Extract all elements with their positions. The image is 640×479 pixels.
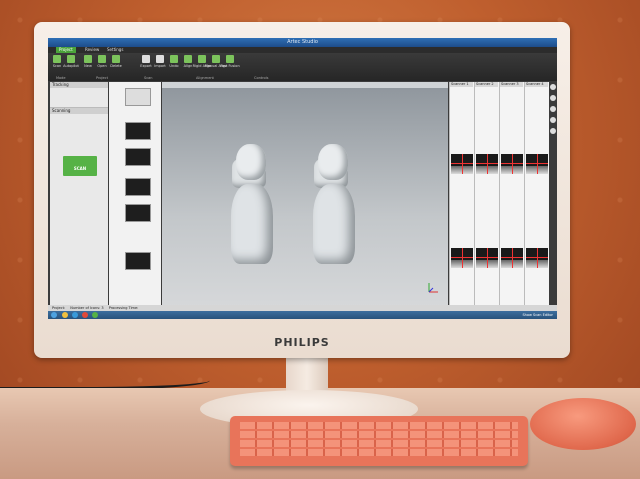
- scan-model-right[interactable]: [310, 144, 358, 266]
- autopilot-icon: [67, 55, 75, 63]
- camera-preview: [501, 154, 523, 174]
- scan-icon: [53, 55, 61, 63]
- camera-preview: [451, 248, 473, 268]
- scanner-column-header: Scanner 2: [475, 82, 498, 87]
- fast-fusion-button[interactable]: Fast Fusion: [220, 55, 240, 74]
- scanner-column-header: Scanner 4: [525, 82, 548, 87]
- delete-icon: [112, 55, 120, 63]
- keyboard: [230, 416, 528, 466]
- thumbnail-item[interactable]: [125, 178, 151, 196]
- scanner-column: Scanner 4: [524, 82, 548, 316]
- explorer-icon[interactable]: [62, 312, 68, 318]
- new-button[interactable]: New: [82, 55, 94, 74]
- axes-gizmo-icon: [428, 283, 438, 293]
- camera-preview: [526, 248, 548, 268]
- group-controls: Controls: [254, 76, 269, 80]
- autopilot-button[interactable]: Autopilot: [63, 55, 79, 74]
- scanner-column: Scanner 1: [449, 82, 473, 316]
- export-icon: [142, 55, 150, 63]
- export-button[interactable]: Export: [140, 55, 152, 74]
- status-project: Project:: [52, 306, 66, 310]
- camera-preview: [476, 248, 498, 268]
- tracking-options: [50, 88, 108, 108]
- thumbnail-item[interactable]: [125, 148, 151, 166]
- thumbnail-item[interactable]: [125, 122, 151, 140]
- scanner-column: Scanner 2: [474, 82, 498, 316]
- search-icon[interactable]: [550, 84, 556, 90]
- camera-preview: [476, 154, 498, 174]
- scan-button-label: SCAN: [73, 166, 87, 171]
- scan-settings-panel: Tracking Scanning SCAN: [50, 82, 108, 316]
- thumbnail-item[interactable]: [125, 204, 151, 222]
- import-icon: [156, 55, 164, 63]
- viewport-toolbar: [162, 82, 448, 88]
- gear-icon[interactable]: [550, 106, 556, 112]
- group-scan: Scan: [144, 76, 153, 80]
- thumbnail-item[interactable]: [125, 252, 151, 270]
- gear-icon[interactable]: [550, 128, 556, 134]
- mouse: [530, 398, 636, 450]
- undo-button[interactable]: Undo: [168, 55, 180, 74]
- camera-preview: [451, 154, 473, 174]
- undo-icon: [170, 55, 178, 63]
- open-icon: [98, 55, 106, 63]
- scanner-column-header: Scanner 1: [450, 82, 473, 87]
- delete-button[interactable]: Delete: [110, 55, 122, 74]
- monitor-screen: Artec Studio Project Review Settings Sca…: [48, 38, 557, 319]
- status-icons: Number of Icons: 3: [70, 306, 104, 310]
- window-titlebar: Artec Studio: [48, 38, 557, 47]
- open-button[interactable]: Open: [96, 55, 108, 74]
- photo-scene: PHILIPS Artec Studio Project Review Sett…: [0, 0, 640, 479]
- section-scanning: Scanning: [50, 108, 108, 114]
- app-icon[interactable]: [82, 312, 88, 318]
- new-icon: [84, 55, 92, 63]
- scanner-column-header: Scanner 3: [500, 82, 523, 87]
- gear-icon[interactable]: [550, 117, 556, 123]
- camera-preview: [501, 248, 523, 268]
- start-icon[interactable]: [51, 312, 57, 318]
- camera-preview: [526, 154, 548, 174]
- scan-mode-button[interactable]: Scan: [51, 55, 63, 74]
- ribbon-toolbar: Scan Autopilot New Open Delete Export Im…: [48, 53, 557, 81]
- system-tray: Show Scan Editor: [522, 313, 553, 317]
- align-icon: [184, 55, 192, 63]
- rigid-align-icon: [198, 55, 206, 63]
- artec-icon[interactable]: [92, 312, 98, 318]
- scan-button[interactable]: SCAN: [63, 156, 97, 176]
- 3d-viewport[interactable]: [162, 82, 448, 308]
- scan-thumbnail-list: [109, 82, 161, 316]
- window-title: Artec Studio: [287, 39, 318, 45]
- side-toolbar: [549, 82, 557, 162]
- windows-taskbar: Show Scan Editor: [48, 311, 557, 319]
- thumbnail-item[interactable]: [125, 88, 151, 106]
- group-mode: Mode: [56, 76, 66, 80]
- monitor-brand: PHILIPS: [274, 336, 330, 349]
- browser-icon[interactable]: [72, 312, 78, 318]
- status-processing: Processing Time:: [108, 306, 139, 310]
- gear-icon[interactable]: [550, 95, 556, 101]
- import-button[interactable]: Import: [154, 55, 166, 74]
- scanner-column: Scanner 3: [499, 82, 523, 316]
- manual-align-icon: [212, 55, 220, 63]
- scan-model-left[interactable]: [228, 144, 276, 266]
- group-alignment: Alignment: [196, 76, 214, 80]
- scanner-views-panel: Scanner 1 Scanner 2 Scanner 3 Scanner 4: [449, 82, 549, 316]
- group-project: Project: [96, 76, 108, 80]
- fusion-icon: [226, 55, 234, 63]
